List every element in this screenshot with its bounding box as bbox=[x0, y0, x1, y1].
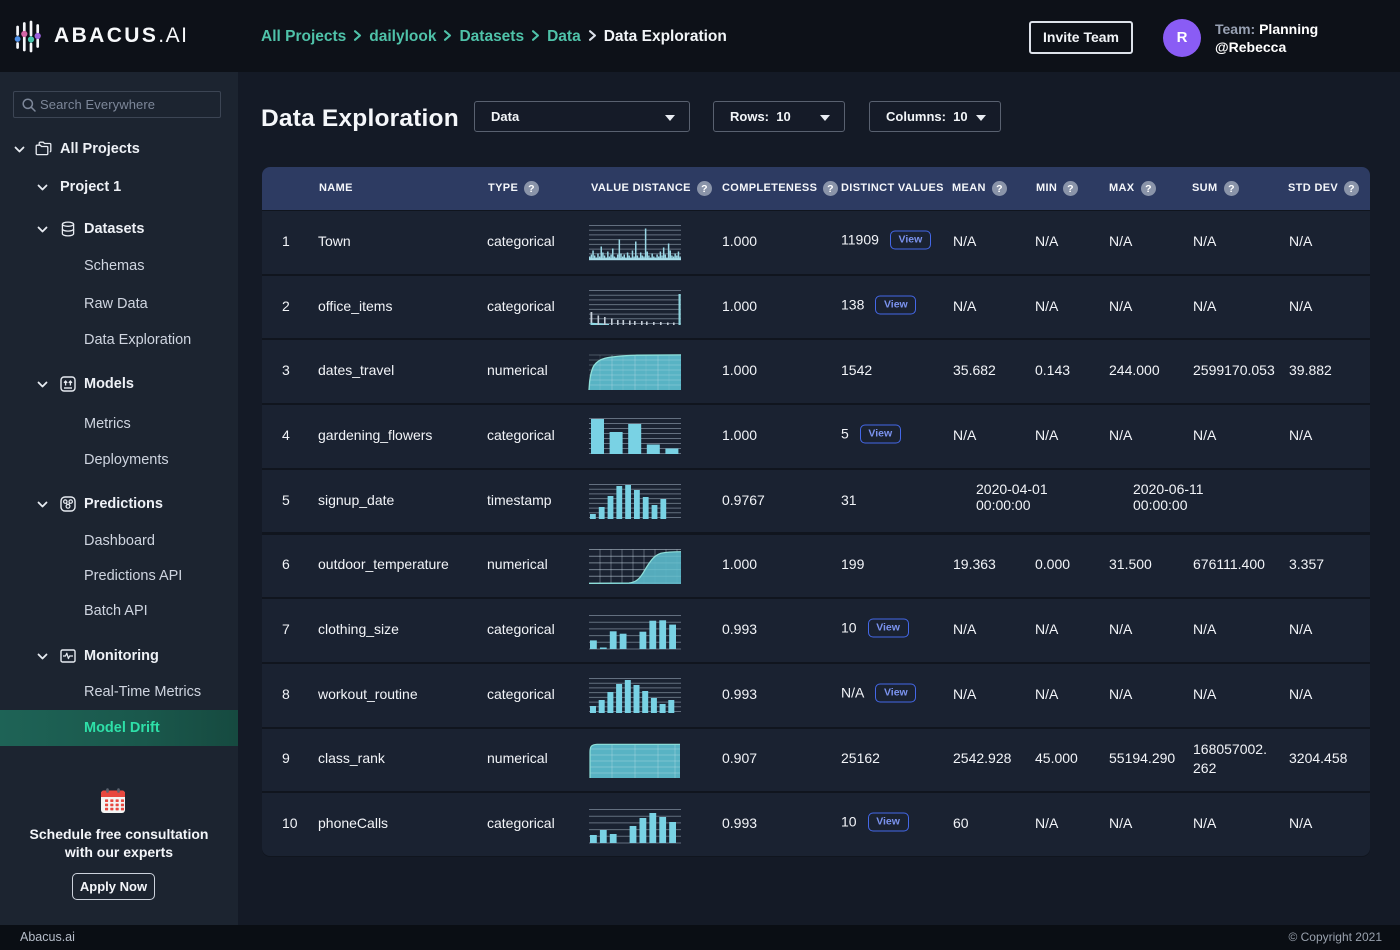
svg-text:?: ? bbox=[701, 183, 708, 195]
svg-text:?: ? bbox=[827, 183, 834, 195]
svg-text:?: ? bbox=[1228, 183, 1235, 195]
svg-text:?: ? bbox=[996, 183, 1003, 195]
svg-text:?: ? bbox=[1145, 183, 1152, 195]
svg-text:?: ? bbox=[528, 183, 535, 195]
svg-text:?: ? bbox=[1348, 183, 1355, 195]
svg-text:?: ? bbox=[1067, 183, 1074, 195]
